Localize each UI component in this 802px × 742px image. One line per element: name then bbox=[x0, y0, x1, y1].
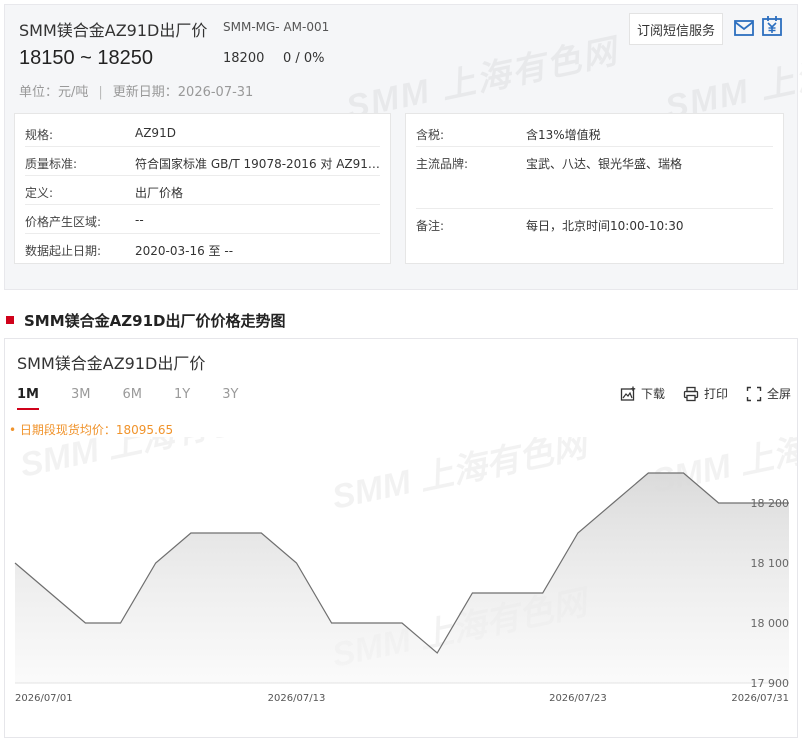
section-header: SMM镁合金AZ91D出厂价价格走势图 bbox=[6, 310, 285, 330]
fullscreen-icon bbox=[746, 386, 762, 401]
data-point[interactable] bbox=[682, 471, 686, 475]
tab-1y[interactable]: 1Y bbox=[174, 387, 190, 408]
y-tick-label: 18 200 bbox=[751, 497, 790, 510]
spec-key: 含税: bbox=[416, 128, 445, 142]
data-point[interactable] bbox=[646, 471, 650, 475]
data-point[interactable] bbox=[83, 621, 87, 625]
product-code: SMM-MG- AM-001 bbox=[223, 20, 330, 34]
download-button[interactable]: 下载 bbox=[620, 385, 665, 402]
update-date: 更新日期：2026-07-31 bbox=[112, 85, 254, 100]
spec-key: 规格: bbox=[25, 128, 54, 142]
data-point[interactable] bbox=[717, 501, 721, 505]
y-tick-label: 18 100 bbox=[751, 557, 790, 570]
tab-1m[interactable]: 1M bbox=[17, 387, 39, 410]
spec-value: 含13%增值税 bbox=[526, 128, 601, 142]
average-price: 18200 bbox=[223, 51, 265, 66]
data-point[interactable] bbox=[48, 591, 52, 595]
price-change: 0 / 0% bbox=[283, 51, 325, 66]
data-point[interactable] bbox=[259, 531, 263, 535]
chart-watermark: SMM 上海有色网 bbox=[17, 437, 283, 485]
spec-value: 出厂价格 bbox=[135, 186, 184, 200]
spec-key: 备注: bbox=[416, 219, 445, 233]
y-tick-label: 18 000 bbox=[751, 617, 790, 630]
data-point[interactable] bbox=[224, 531, 228, 535]
spec-value: 每日，北京时间10:00-10:30 bbox=[526, 219, 684, 233]
data-point[interactable] bbox=[13, 561, 17, 565]
unit-label: 单位：元/吨 bbox=[19, 85, 89, 100]
spec-row: 主流品牌: 宝武、八达、银光华盛、瑞格 bbox=[416, 147, 773, 209]
chart-panel: SMM镁合金AZ91D出厂价 1M 3M 6M 1Y 3Y 下载 打印 全屏 •… bbox=[4, 338, 798, 738]
spec-row: 数据起止日期: 2020-03-16 至 -- bbox=[25, 234, 380, 263]
data-point[interactable] bbox=[330, 621, 334, 625]
data-point[interactable] bbox=[119, 621, 123, 625]
range-tabs: 1M 3M 6M 1Y 3Y bbox=[17, 387, 270, 410]
download-image-icon bbox=[620, 386, 636, 401]
mail-icon[interactable] bbox=[733, 17, 755, 39]
data-point[interactable] bbox=[541, 591, 545, 595]
product-title: SMM镁合金AZ91D出厂价 bbox=[19, 21, 208, 40]
spec-box-right: 含税: 含13%增值税 主流品牌: 宝武、八达、银光华盛、瑞格 备注: 每日，北京时间… bbox=[405, 113, 784, 264]
data-point[interactable] bbox=[154, 561, 158, 565]
print-label: 打印 bbox=[703, 387, 728, 401]
meta-info: 单位：元/吨 | 更新日期：2026-07-31 bbox=[19, 81, 253, 100]
chart-tools: 下载 打印 全屏 bbox=[602, 385, 791, 402]
spec-value: 2020-03-16 至 -- bbox=[135, 244, 234, 258]
tab-6m[interactable]: 6M bbox=[122, 387, 142, 408]
tab-3m[interactable]: 3M bbox=[71, 387, 91, 408]
fullscreen-label: 全屏 bbox=[766, 387, 791, 401]
spec-box-left: 规格: AZ91D 质量标准: 符合国家标准 GB/T 19078-2016 对 A… bbox=[14, 113, 391, 264]
spec-key: 主流品牌: bbox=[416, 157, 469, 171]
section-marker bbox=[6, 316, 14, 324]
spec-value: 宝武、八达、银光华盛、瑞格 bbox=[526, 157, 683, 171]
chart-title: SMM镁合金AZ91D出厂价 bbox=[17, 354, 206, 373]
spec-row: 备注: 每日，北京时间10:00-10:30 bbox=[416, 209, 773, 238]
spec-key: 价格产生区域: bbox=[25, 215, 102, 229]
meta-separator: | bbox=[98, 85, 103, 100]
data-point[interactable] bbox=[506, 591, 510, 595]
tab-3y[interactable]: 3Y bbox=[222, 387, 238, 408]
data-point[interactable] bbox=[189, 531, 193, 535]
price-range: 18150 ~ 18250 bbox=[19, 47, 154, 69]
spec-row: 价格产生区域: -- bbox=[25, 205, 380, 234]
x-tick-label: 2026/07/01 bbox=[15, 693, 73, 704]
data-point[interactable] bbox=[470, 591, 474, 595]
x-tick-label: 2026/07/13 bbox=[268, 693, 326, 704]
printer-icon bbox=[683, 386, 699, 401]
download-label: 下载 bbox=[640, 387, 665, 401]
price-trend-chart: SMM 上海有色网 SMM 上海有色网 SMM 上海有色网 SMM 上海有色网 … bbox=[13, 437, 797, 704]
spec-key: 数据起止日期: bbox=[25, 244, 102, 258]
data-point[interactable] bbox=[576, 531, 580, 535]
price-calendar-icon[interactable] bbox=[761, 15, 783, 37]
print-button[interactable]: 打印 bbox=[683, 385, 728, 402]
spec-row: 规格: AZ91D bbox=[25, 118, 380, 147]
spec-value: 符合国家标准 GB/T 19078-2016 对 AZ91D 牌号的要求 bbox=[135, 157, 382, 171]
data-point[interactable] bbox=[435, 651, 439, 655]
spec-row: 质量标准: 符合国家标准 GB/T 19078-2016 对 AZ91D 牌号的要… bbox=[25, 147, 382, 176]
spec-key: 定义: bbox=[25, 186, 54, 200]
price-area bbox=[15, 473, 789, 683]
data-point[interactable] bbox=[611, 501, 615, 505]
fullscreen-button[interactable]: 全屏 bbox=[746, 385, 791, 402]
spec-key: 质量标准: bbox=[25, 157, 78, 171]
period-average-note: • 日期段现货均价：18095.65 bbox=[9, 423, 174, 437]
x-tick-label: 2026/07/31 bbox=[731, 693, 789, 704]
data-point[interactable] bbox=[400, 621, 404, 625]
data-point[interactable] bbox=[365, 621, 369, 625]
x-tick-label: 2026/07/23 bbox=[549, 693, 607, 704]
subscribe-sms-button[interactable]: 订阅短信服务 bbox=[629, 13, 723, 45]
chart-watermark: SMM 上海有色网 bbox=[329, 437, 595, 517]
data-point[interactable] bbox=[295, 561, 299, 565]
y-tick-label: 17 900 bbox=[751, 677, 790, 690]
spec-value: -- bbox=[135, 213, 144, 227]
spec-value: AZ91D bbox=[135, 126, 176, 140]
spec-row: 定义: 出厂价格 bbox=[25, 176, 380, 205]
spec-row: 含税: 含13%增值税 bbox=[416, 118, 773, 147]
section-title: SMM镁合金AZ91D出厂价价格走势图 bbox=[24, 311, 286, 330]
